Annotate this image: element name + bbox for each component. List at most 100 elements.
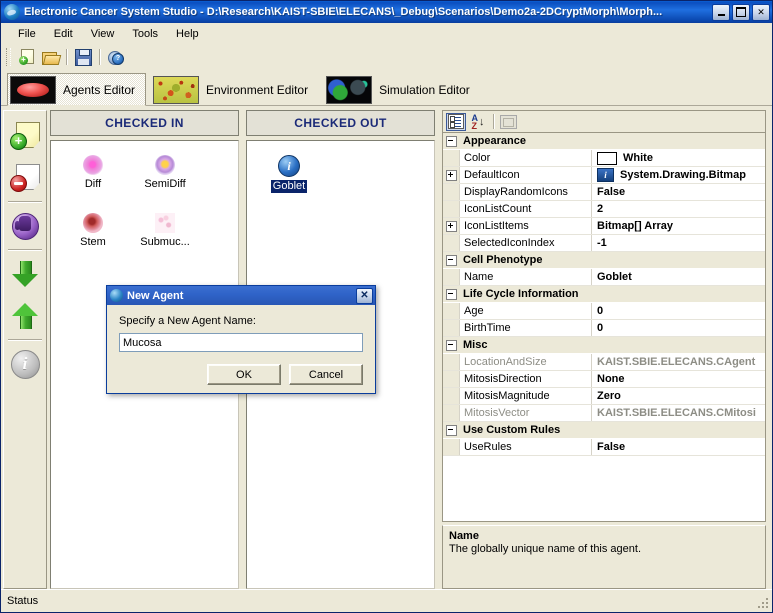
property-value[interactable]: None (592, 371, 765, 387)
property-value[interactable]: Bitmap[] Array (592, 218, 765, 234)
info-button[interactable]: i (5, 343, 45, 385)
tab-agents-editor[interactable]: Agents Editor (7, 73, 147, 106)
toolbar-grip[interactable] (6, 48, 11, 66)
expander-cell[interactable] (443, 422, 460, 438)
expander-cell[interactable] (443, 337, 460, 353)
table-row[interactable]: MitosisDirection None (443, 371, 765, 388)
property-value[interactable]: Zero (592, 388, 765, 404)
table-row[interactable]: SelectedIconIndex -1 (443, 235, 765, 252)
tab-simulation-editor-label: Simulation Editor (379, 82, 470, 97)
property-value: KAIST.SBIE.ELECANS.CMitosi (597, 407, 756, 419)
table-row[interactable]: LocationAndSize KAIST.SBIE.ELECANS.CAgen… (443, 354, 765, 371)
new-button[interactable]: + (16, 46, 38, 68)
property-grid-panel: A Z ↓ Appearance Color White DefaultIcon… (442, 110, 766, 589)
expander-cell[interactable] (443, 252, 460, 268)
expander-cell (443, 354, 460, 370)
dialog-close-button[interactable]: ✕ (356, 287, 373, 304)
list-item[interactable]: i Goblet (253, 155, 325, 193)
collapse-icon[interactable] (445, 339, 457, 351)
menu-item-tools[interactable]: Tools (123, 25, 167, 43)
property-value[interactable]: 0 (592, 303, 765, 319)
property-category-row[interactable]: Misc (443, 337, 765, 354)
close-button[interactable]: ✕ (752, 3, 770, 21)
expand-icon[interactable] (445, 220, 457, 232)
minimize-button[interactable] (712, 3, 730, 21)
maximize-button[interactable] (732, 3, 750, 21)
expander-cell[interactable] (443, 218, 460, 234)
cell-goblet-icon: i (278, 155, 300, 177)
categorized-view-button[interactable] (446, 112, 466, 131)
expand-icon[interactable] (445, 169, 457, 181)
menu-item-edit[interactable]: Edit (45, 25, 82, 43)
editor-tab-strip: Agents Editor Environment Editor Simulat… (1, 70, 772, 106)
expander-cell[interactable] (443, 167, 460, 183)
save-button[interactable] (72, 46, 94, 68)
new-agent-button[interactable]: + (5, 115, 45, 157)
property-category-row[interactable]: Appearance (443, 133, 765, 150)
tab-environment-editor[interactable]: Environment Editor (150, 73, 320, 106)
move-up-button[interactable] (5, 295, 45, 337)
agent-name-input[interactable]: Mucosa (119, 333, 363, 352)
collapse-icon[interactable] (445, 254, 457, 266)
property-value[interactable]: 0 (592, 320, 765, 336)
expander-cell (443, 269, 460, 285)
list-item[interactable]: Diff (57, 155, 129, 191)
property-value[interactable]: White (592, 150, 765, 166)
about-button[interactable]: ? (105, 46, 127, 68)
property-value[interactable]: i System.Drawing.Bitmap (592, 167, 765, 183)
property-value[interactable]: False (592, 184, 765, 200)
tab-simulation-editor[interactable]: Simulation Editor (323, 73, 481, 106)
table-row[interactable]: UseRules False (443, 439, 765, 456)
check-out-agent-button[interactable] (5, 205, 45, 247)
agent-label: Diff (84, 178, 102, 190)
agents-editor-thumbnail-icon (10, 75, 56, 104)
property-value[interactable]: 2 (592, 201, 765, 217)
property-value[interactable]: -1 (592, 235, 765, 251)
tab-environment-editor-label: Environment Editor (206, 82, 309, 97)
dialog-buttons: OK Cancel (107, 364, 375, 393)
table-row[interactable]: BirthTime 0 (443, 320, 765, 337)
delete-agent-button[interactable] (5, 157, 45, 199)
list-item[interactable]: Submuc... (129, 213, 201, 249)
cancel-button[interactable]: Cancel (289, 364, 363, 385)
new-agent-icon: + (10, 121, 40, 151)
list-item[interactable]: Stem (57, 213, 129, 249)
property-grid[interactable]: Appearance Color White DefaultIcon i Sys… (442, 132, 766, 522)
table-row[interactable]: Name Goblet (443, 269, 765, 286)
category-label: Use Custom Rules (463, 424, 561, 436)
collapse-icon[interactable] (445, 288, 457, 300)
status-text: Status (7, 595, 39, 607)
property-category-row[interactable]: Use Custom Rules (443, 422, 765, 439)
property-value[interactable]: Goblet (592, 269, 765, 285)
table-row[interactable]: MitosisVector KAIST.SBIE.ELECANS.CMitosi (443, 405, 765, 422)
environment-editor-thumbnail-icon (153, 75, 200, 104)
property-value: KAIST.SBIE.ELECANS.CAgent (597, 356, 756, 368)
list-item[interactable]: SemiDiff (129, 155, 201, 191)
table-row[interactable]: DisplayRandomIcons False (443, 184, 765, 201)
menu-item-help[interactable]: Help (167, 25, 208, 43)
ok-button[interactable]: OK (207, 364, 281, 385)
alphabetical-sort-button[interactable]: A Z ↓ (468, 113, 488, 131)
open-button[interactable] (39, 46, 61, 68)
table-row[interactable]: IconListCount 2 (443, 201, 765, 218)
table-row[interactable]: MitosisMagnitude Zero (443, 388, 765, 405)
collapse-icon[interactable] (445, 135, 457, 147)
property-category-row[interactable]: Life Cycle Information (443, 286, 765, 303)
window-controls: ✕ (712, 3, 770, 21)
table-row[interactable]: Color White (443, 150, 765, 167)
table-row[interactable]: IconListItems Bitmap[] Array (443, 218, 765, 235)
resize-grip[interactable] (758, 598, 770, 610)
menu-item-view[interactable]: View (82, 25, 124, 43)
table-row[interactable]: DefaultIcon i System.Drawing.Bitmap (443, 167, 765, 184)
property-name: DefaultIcon (460, 167, 592, 183)
table-row[interactable]: Age 0 (443, 303, 765, 320)
property-pages-button[interactable] (498, 113, 518, 131)
menu-item-file[interactable]: File (9, 25, 45, 43)
move-down-button[interactable] (5, 253, 45, 295)
expander-cell[interactable] (443, 133, 460, 149)
expander-cell[interactable] (443, 286, 460, 302)
property-category-row[interactable]: Cell Phenotype (443, 252, 765, 269)
property-description-pane: Name The globally unique name of this ag… (442, 525, 766, 589)
collapse-icon[interactable] (445, 424, 457, 436)
property-value[interactable]: False (592, 439, 765, 455)
